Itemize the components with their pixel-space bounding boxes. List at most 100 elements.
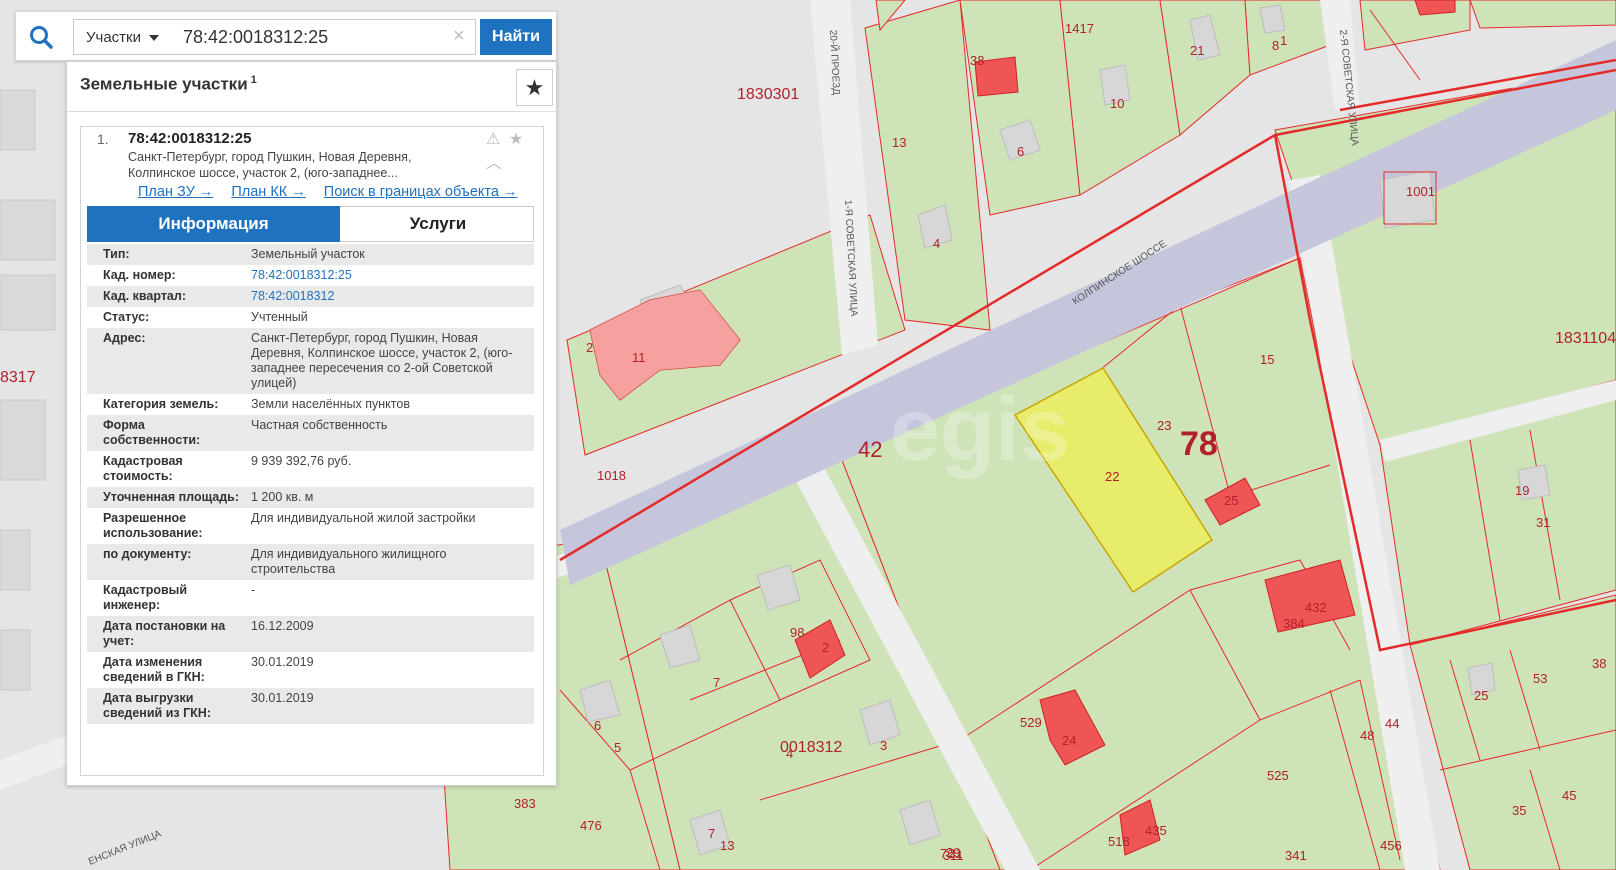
favorites-button[interactable]: ★ xyxy=(516,69,553,106)
parcel-number: 10 xyxy=(1110,96,1124,111)
info-row: Тип: Земельный участок xyxy=(87,244,534,265)
parcel-number: 23 xyxy=(1157,418,1171,433)
parcel-number: 5 xyxy=(614,740,621,755)
parcel-number: 22 xyxy=(1105,469,1119,484)
panel-title: Земельные участки 1 xyxy=(80,74,257,95)
layer-select-label: Участки xyxy=(86,29,141,46)
parcel-number: 518 xyxy=(1108,834,1130,849)
parcel-number: 2 xyxy=(822,640,829,655)
parcel-number: 98 xyxy=(790,625,804,640)
parcel-number: 8 xyxy=(1272,38,1279,53)
search-in-bounds-link[interactable]: Поиск в границах объекта → xyxy=(324,184,518,200)
results-panel: Земельные участки 1 ★ 1. 78:42:0018312:25… xyxy=(66,61,557,786)
parcel-number: 341 xyxy=(1285,848,1307,863)
result-links: План ЗУ → План КК → Поиск в границах объ… xyxy=(138,184,532,200)
info-row: Статус: Учтенный xyxy=(87,307,534,328)
info-row: Кадастровая стоимость: 9 939 392,76 руб. xyxy=(87,451,534,487)
result-card: 1. 78:42:0018312:25 Санкт-Петербург, гор… xyxy=(80,126,544,776)
quarter-label-1831104: 1831104 xyxy=(1555,330,1616,347)
parcel-number: 38 xyxy=(1592,656,1606,671)
result-number: 1. xyxy=(97,131,109,147)
watermark: egis xyxy=(890,380,1070,480)
parcel-number: 476 xyxy=(580,818,602,833)
info-row: Уточненная площадь: 1 200 кв. м xyxy=(87,487,534,508)
parcel-number: 432 xyxy=(1305,600,1327,615)
info-key: Кад. номер: xyxy=(103,268,176,282)
result-address: Санкт-Петербург, город Пушкин, Новая Дер… xyxy=(128,150,412,180)
find-button[interactable]: Найти xyxy=(480,19,552,55)
info-row: Кадастровый инженер: - xyxy=(87,580,534,616)
parcel-number: 7 xyxy=(708,826,715,841)
quarter-label-8317: 8317 xyxy=(0,369,36,386)
parcel-number: 383 xyxy=(514,796,536,811)
info-row: Разрешенное использование: Для индивидуал… xyxy=(87,508,534,544)
parcel-number: 11 xyxy=(632,350,646,365)
parcel-number: 24 xyxy=(1062,733,1076,748)
info-value: 1 200 кв. м xyxy=(251,490,314,504)
quarter-label-78: 78 xyxy=(1180,425,1218,463)
parcel-number: 44 xyxy=(1385,716,1399,731)
parcel-number: 38 xyxy=(970,53,984,68)
chevron-down-icon xyxy=(149,35,159,41)
parcel-number: 13 xyxy=(892,135,906,150)
plan-kk-link[interactable]: План КК → xyxy=(231,184,305,200)
parcel-number: 529 xyxy=(1020,715,1042,730)
info-value[interactable]: 78:42:0018312 xyxy=(251,289,534,304)
parcel-number: 1018 xyxy=(597,468,626,483)
parcel-number: 13 xyxy=(720,838,734,853)
result-tabs: Информация Услуги xyxy=(87,206,534,242)
info-value: Для индивидуального жилищного строительс… xyxy=(251,547,447,576)
divider xyxy=(67,111,556,112)
info-key: Уточненная площадь: xyxy=(103,490,240,504)
info-value: 30.01.2019 xyxy=(251,691,314,705)
parcel-number: 6 xyxy=(594,718,601,733)
info-key: Адрес: xyxy=(103,331,146,345)
plan-zu-link[interactable]: План ЗУ → xyxy=(138,184,213,200)
parcel-number: 4 xyxy=(786,746,793,761)
layer-select[interactable]: Участки xyxy=(73,19,169,55)
info-value: Санкт-Петербург, город Пушкин, Новая Дер… xyxy=(251,331,513,390)
star-icon[interactable]: ★ xyxy=(509,131,525,148)
info-key: Категория земель: xyxy=(103,397,219,411)
info-key: Дата изменения сведений в ГКН: xyxy=(103,655,205,684)
info-value: Частная собственность xyxy=(251,418,388,432)
warning-icon[interactable]: ⚠ xyxy=(486,131,502,148)
info-value: Земельный участок xyxy=(251,247,365,261)
parcel-number: 53 xyxy=(1533,671,1547,686)
result-count: 1 xyxy=(250,74,257,86)
search-input[interactable] xyxy=(168,19,476,55)
parcel-number: 29 xyxy=(946,845,960,860)
result-cad-number[interactable]: 78:42:0018312:25 xyxy=(128,130,251,147)
tab-information[interactable]: Информация xyxy=(87,206,340,242)
info-key: Кадастровая стоимость: xyxy=(103,454,183,483)
quarter-label-42: 42 xyxy=(858,437,882,462)
info-value[interactable]: 78:42:0018312:25 xyxy=(251,268,534,283)
info-row: Дата изменения сведений в ГКН: 30.01.2019 xyxy=(87,652,534,688)
info-row: Кад. квартал: 78:42:0018312 xyxy=(87,286,534,307)
parcel-number: 15 xyxy=(1260,352,1274,367)
parcel-number: 435 xyxy=(1145,823,1167,838)
parcel-number: 2 xyxy=(586,340,593,355)
parcel-number: 7 xyxy=(713,675,720,690)
parcel-number: 45 xyxy=(1562,788,1576,803)
parcel-number: 31 xyxy=(1536,515,1550,530)
info-key: Разрешенное использование: xyxy=(103,511,203,540)
info-row: по документу: Для индивидуального жилищно… xyxy=(87,544,534,580)
parcel-number: 456 xyxy=(1380,838,1402,853)
parcel-number: 21 xyxy=(1190,43,1204,58)
search-bar: Участки × Найти xyxy=(15,11,557,61)
parcel-number: 384 xyxy=(1283,616,1305,631)
info-key: Кад. квартал: xyxy=(103,289,186,303)
parcel-number: 25 xyxy=(1474,688,1488,703)
info-key: Тип: xyxy=(103,247,130,261)
search-icon[interactable] xyxy=(28,24,54,50)
parcel-number: 1001 xyxy=(1406,184,1435,199)
parcel-number: 6 xyxy=(1017,144,1024,159)
tab-services[interactable]: Услуги xyxy=(340,206,536,242)
chevron-up-icon[interactable]: ︿ xyxy=(486,155,504,172)
panel-title-text: Земельные участки xyxy=(80,74,248,94)
parcel-number: 1 xyxy=(1280,33,1287,48)
info-row: Адрес: Санкт-Петербург, город Пушкин, Нов… xyxy=(87,328,534,394)
quarter-label-1830301: 1830301 xyxy=(737,86,799,103)
close-icon[interactable]: × xyxy=(453,24,465,48)
